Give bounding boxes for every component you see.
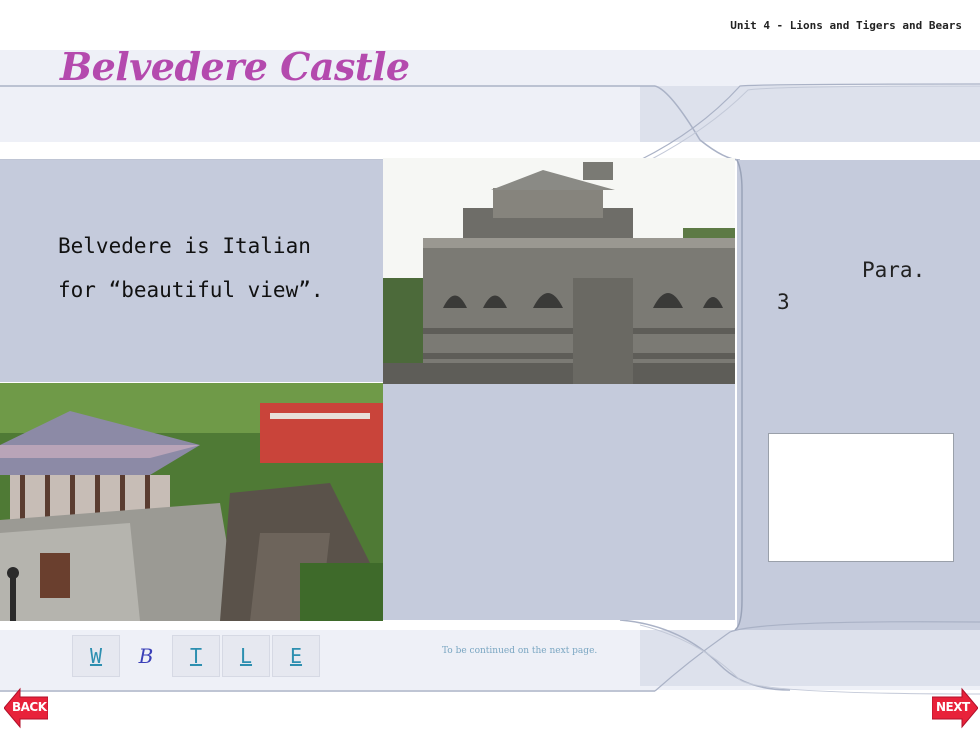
back-label: BACK [12,700,47,714]
unit-title: Unit 4 - Lions and Tigers and Bears [730,19,962,32]
pavilion-photo [0,383,383,621]
link-w[interactable]: W [72,635,120,677]
empty-panel [383,384,735,620]
back-button[interactable]: BACK [4,687,48,729]
continued-note: To be continued on the next page. [442,646,598,656]
link-e[interactable]: E [272,635,320,677]
section-links: W B T L E [72,635,320,677]
slide-title: Belvedere Castle [60,44,410,89]
next-button[interactable]: NEXT [932,687,978,729]
link-t[interactable]: T [172,635,220,677]
castle-photo [383,158,735,384]
blank-box [768,433,954,562]
caption-text: Belvedere is Italian for “beautiful view… [58,234,324,302]
para-number: 3 [777,290,790,314]
para-label: Para. [862,258,926,282]
link-l[interactable]: L [222,635,270,677]
link-b[interactable]: B [122,635,170,677]
next-label: NEXT [936,700,970,714]
slide: Unit 4 - Lions and Tigers and Bears Belv… [0,0,980,735]
